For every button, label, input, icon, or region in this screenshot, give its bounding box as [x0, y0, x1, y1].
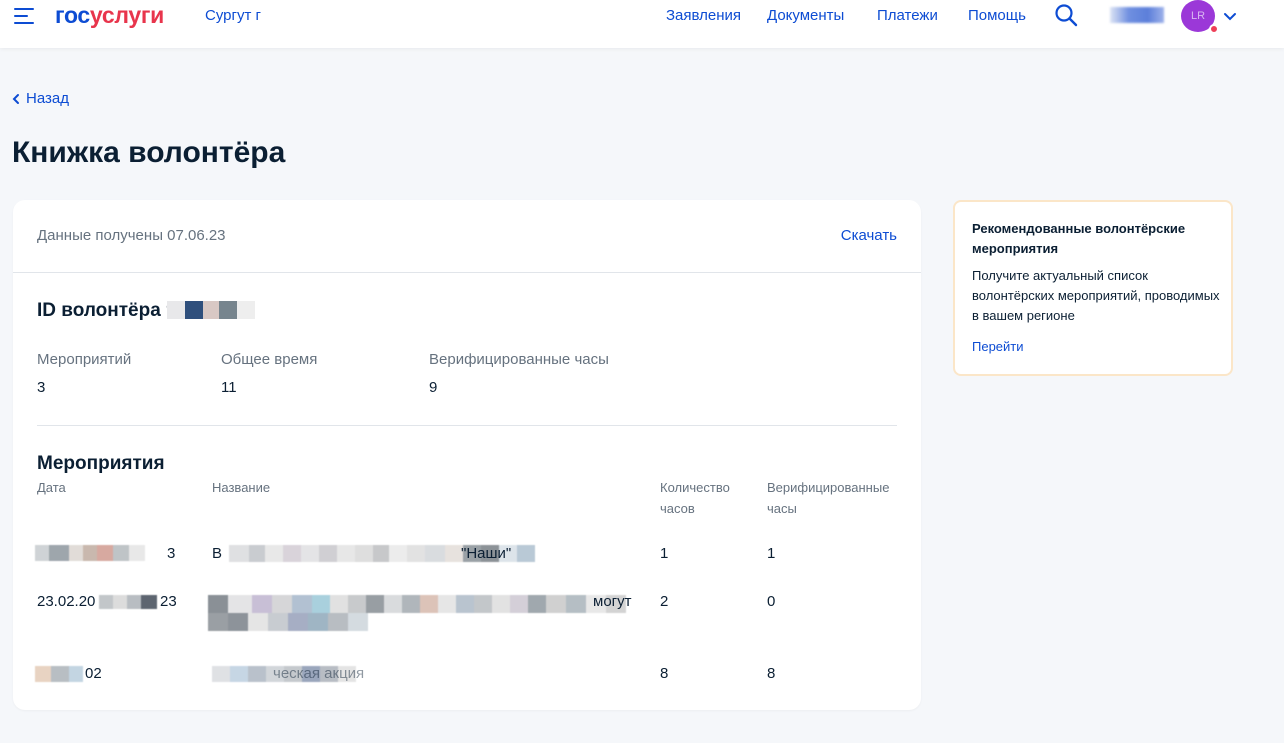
row-date: 23.02.20 [37, 593, 96, 610]
user-name-blurred[interactable] [1110, 7, 1164, 23]
page-title: Книжка волонтёра [12, 136, 286, 169]
stat-total-time-label: Общее время [221, 351, 318, 368]
notification-dot [1209, 24, 1219, 34]
blurred-date [99, 595, 157, 609]
row-name-tail: "Наши" [461, 545, 512, 562]
stat-verified-hours-value: 9 [429, 379, 438, 396]
column-verified-hours: Верифицированные часы [767, 480, 890, 516]
nav-help[interactable]: Помощь [968, 7, 1026, 24]
recommended-description: Получите актуальный список волонтёрских … [972, 268, 1220, 323]
menu-icon[interactable] [14, 8, 36, 26]
data-received-date: Данные получены 07.06.23 [37, 227, 226, 244]
nav-documents[interactable]: Документы [767, 7, 844, 24]
row-hours: 2 [660, 593, 669, 610]
card-header: Данные получены 07.06.23 Скачать [13, 200, 921, 273]
events-section-title: Мероприятия [37, 453, 165, 474]
row-verified-hours: 1 [767, 545, 776, 562]
row-date-tail: 23 [160, 593, 177, 610]
volunteer-id: ID волонтёра 9 [37, 300, 177, 321]
top-header: госуслуги Сургут г Заявления Документы П… [0, 0, 1284, 48]
recommended-events-card: Рекомендованные волонтёрские мероприятия… [953, 200, 1233, 376]
row-verified-hours: 8 [767, 665, 776, 682]
back-link[interactable]: Назад [12, 90, 69, 107]
divider [37, 425, 897, 426]
stat-total-time-value: 11 [221, 379, 237, 396]
column-hours: Количество часов [660, 480, 730, 516]
stat-events-value: 3 [37, 379, 46, 396]
chevron-left-icon [12, 93, 19, 104]
row-hours: 8 [660, 665, 669, 682]
recommended-go-link[interactable]: Перейти [972, 339, 1024, 354]
row-date: 3 [167, 545, 176, 562]
row-hours: 1 [660, 545, 669, 562]
volunteer-id-blurred [167, 301, 255, 319]
volunteer-book-card: Данные получены 07.06.23 Скачать ID воло… [13, 200, 921, 710]
nav-applications[interactable]: Заявления [666, 7, 741, 24]
blurred-date [35, 666, 83, 682]
row-name: могут [593, 593, 632, 610]
stat-verified-hours-label: Верифицированные часы [429, 351, 609, 368]
row-verified-hours: 0 [767, 593, 776, 610]
download-link[interactable]: Скачать [841, 227, 897, 244]
column-name: Название [212, 480, 271, 495]
row-name: В [212, 545, 223, 562]
column-date: Дата [37, 480, 66, 495]
nav-payments[interactable]: Платежи [877, 7, 938, 24]
city-selector[interactable]: Сургут г [205, 7, 261, 24]
back-label: Назад [26, 90, 69, 107]
recommended-title: Рекомендованные волонтёрские мероприятия [972, 221, 1186, 256]
search-icon[interactable] [1054, 3, 1078, 27]
row-date: 02 [85, 665, 102, 682]
blurred-date [35, 545, 145, 561]
stat-events-label: Мероприятий [37, 351, 132, 368]
chevron-down-icon[interactable] [1223, 9, 1237, 21]
blurred-name [208, 595, 628, 631]
gosuslugi-logo[interactable]: госуслуги [55, 0, 164, 30]
row-name: ческая акция [273, 665, 365, 682]
